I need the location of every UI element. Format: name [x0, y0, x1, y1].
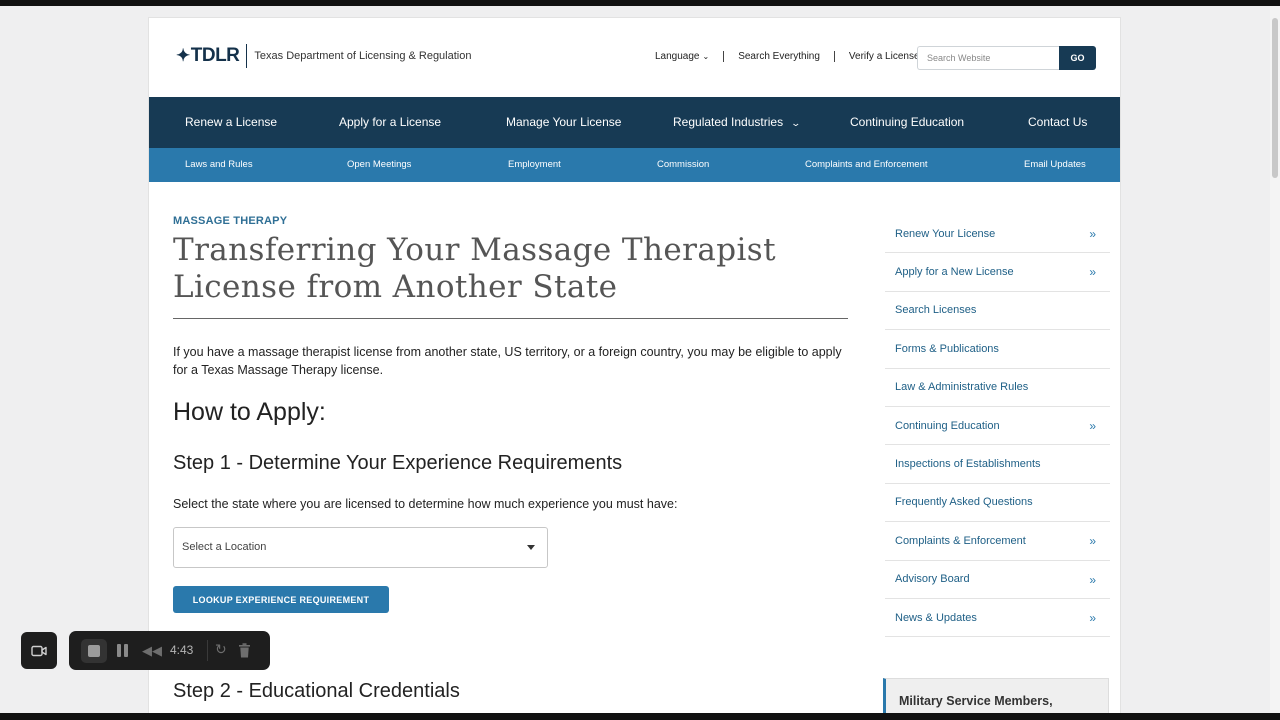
sidebar-item-label: Advisory Board [895, 573, 970, 586]
sidebar-item-label: Forms & Publications [895, 342, 999, 355]
lookup-experience-button[interactable]: LOOKUP EXPERIENCE REQUIREMENT [173, 586, 389, 613]
section-eyebrow[interactable]: MASSAGE THERAPY [173, 215, 287, 227]
step2-heading: Step 2 - Educational Credentials [173, 680, 460, 702]
language-menu[interactable]: Language ⌄ [641, 51, 723, 62]
location-select-value: Select a Location [182, 541, 267, 553]
step1-instruction: Select the state where you are licensed … [173, 497, 678, 511]
recording-timer: 4:43 [170, 643, 194, 657]
camera-toggle-button[interactable] [21, 632, 57, 669]
stop-recording-button[interactable] [81, 639, 107, 663]
page-scrollbar[interactable] [1270, 6, 1280, 713]
caret-down-icon [527, 545, 535, 550]
nav-regulated-industries-label: Regulated Industries [673, 115, 784, 129]
how-to-apply-heading: How to Apply: [173, 398, 326, 426]
location-select[interactable]: Select a Location [173, 527, 548, 568]
double-chevron-right-icon: » [1089, 265, 1096, 280]
web-page: ✦ TDLR Texas Department of Licensing & R… [148, 17, 1121, 717]
subnav-laws-rules[interactable]: Laws and Rules [185, 148, 253, 182]
sidebar-item-label: Law & Administrative Rules [895, 381, 1029, 394]
sidebar-item-renew[interactable]: Renew Your License » [885, 215, 1110, 254]
double-chevron-right-icon: » [1089, 610, 1096, 625]
language-label: Language [655, 51, 700, 62]
double-chevron-right-icon: » [1089, 227, 1096, 241]
chevron-down-icon: ⌄ [790, 118, 802, 128]
nav-manage-license[interactable]: Manage Your License [506, 97, 621, 148]
logo-text: TDLR [190, 45, 240, 66]
tdlr-logo-mark: ✦ TDLR [176, 45, 240, 67]
sidebar-item-forms[interactable]: Forms & Publications [885, 330, 1110, 369]
title-divider [173, 318, 848, 319]
sidebar-item-inspections[interactable]: Inspections of Establishments [885, 445, 1110, 484]
stop-icon [88, 645, 100, 657]
nav-regulated-industries[interactable]: Regulated Industries ⌄ [673, 97, 802, 148]
double-chevron-right-icon: » [1089, 572, 1096, 587]
logo-divider [246, 44, 248, 68]
sidebar-item-news[interactable]: News & Updates » [885, 599, 1110, 638]
sub-nav: Laws and Rules Open Meetings Employment … [149, 148, 1120, 182]
sidebar-item-search[interactable]: Search Licenses [885, 292, 1110, 331]
sidebar-item-label: Continuing Education [895, 419, 1000, 432]
site-logo[interactable]: ✦ TDLR Texas Department of Licensing & R… [176, 44, 471, 68]
double-chevron-right-icon: » [1089, 534, 1096, 549]
nav-continuing-education[interactable]: Continuing Education [850, 97, 964, 148]
sidebar-item-label: News & Updates [895, 611, 977, 624]
nav-contact-us[interactable]: Contact Us [1028, 97, 1087, 148]
main-nav: Renew a License Apply for a License Mana… [149, 97, 1120, 148]
sidebar-item-complaints[interactable]: Complaints & Enforcement » [885, 522, 1110, 561]
chevron-down-icon: ⌄ [702, 52, 710, 61]
step1-heading: Step 1 - Determine Your Experience Requi… [173, 452, 623, 474]
intro-paragraph: If you have a massage therapist license … [173, 345, 842, 377]
texas-star-icon: ✦ [176, 46, 190, 65]
nav-apply-license[interactable]: Apply for a License [339, 97, 441, 148]
trash-icon[interactable] [238, 643, 251, 658]
sidebar-item-label: Search Licenses [895, 304, 977, 317]
double-chevron-right-icon: » [1089, 418, 1096, 433]
subnav-commission[interactable]: Commission [657, 148, 709, 182]
sidebar-item-advisory[interactable]: Advisory Board » [885, 561, 1110, 599]
sidebar-item-apply[interactable]: Apply for a New License » [885, 253, 1110, 292]
camera-icon [31, 645, 47, 656]
utility-links: Language ⌄ Search Everything Verify a Lic… [641, 51, 934, 62]
recorder-controls: ◀◀ 4:43 ↻ [69, 631, 270, 670]
page-title: Transferring Your Massage Therapist Lice… [173, 232, 776, 305]
sidebar-item-label: Apply for a New License [895, 266, 1014, 279]
subnav-open-meetings[interactable]: Open Meetings [347, 148, 411, 182]
site-search: Search Website GO [917, 46, 1096, 70]
search-go-button[interactable]: GO [1059, 46, 1096, 70]
search-input[interactable]: Search Website [917, 46, 1059, 70]
agency-name: Texas Department of Licensing & Regulati… [254, 50, 472, 62]
scrollbar-thumb[interactable] [1272, 18, 1278, 178]
rewind-icon[interactable]: ◀◀ [142, 643, 162, 659]
pause-icon[interactable] [117, 644, 129, 657]
screen-bottom-edge [0, 713, 1280, 720]
subnav-complaints[interactable]: Complaints and Enforcement [805, 148, 928, 182]
recorder-divider [207, 640, 208, 661]
nav-renew-license[interactable]: Renew a License [185, 97, 277, 148]
sidebar-item-ce[interactable]: Continuing Education » [885, 407, 1110, 446]
sidebar-menu: Renew Your License » Apply for a New Lice… [885, 215, 1110, 638]
sidebar-item-label: Renew Your License [895, 227, 996, 240]
sidebar-item-label: Inspections of Establishments [895, 458, 1041, 471]
restart-icon[interactable]: ↻ [215, 641, 227, 658]
sidebar-item-label: Frequently Asked Questions [895, 496, 1033, 509]
military-callout[interactable]: Military Service Members, [883, 678, 1109, 716]
subnav-email-updates[interactable]: Email Updates [1024, 148, 1086, 182]
search-everything-link[interactable]: Search Everything [724, 51, 834, 62]
subnav-employment[interactable]: Employment [508, 148, 561, 182]
sidebar-item-label: Complaints & Enforcement [895, 534, 1026, 547]
sidebar-item-faq[interactable]: Frequently Asked Questions [885, 484, 1110, 523]
military-callout-title: Military Service Members, [899, 694, 1053, 708]
screen-top-edge [0, 0, 1280, 6]
sidebar-item-rules[interactable]: Law & Administrative Rules [885, 369, 1110, 407]
